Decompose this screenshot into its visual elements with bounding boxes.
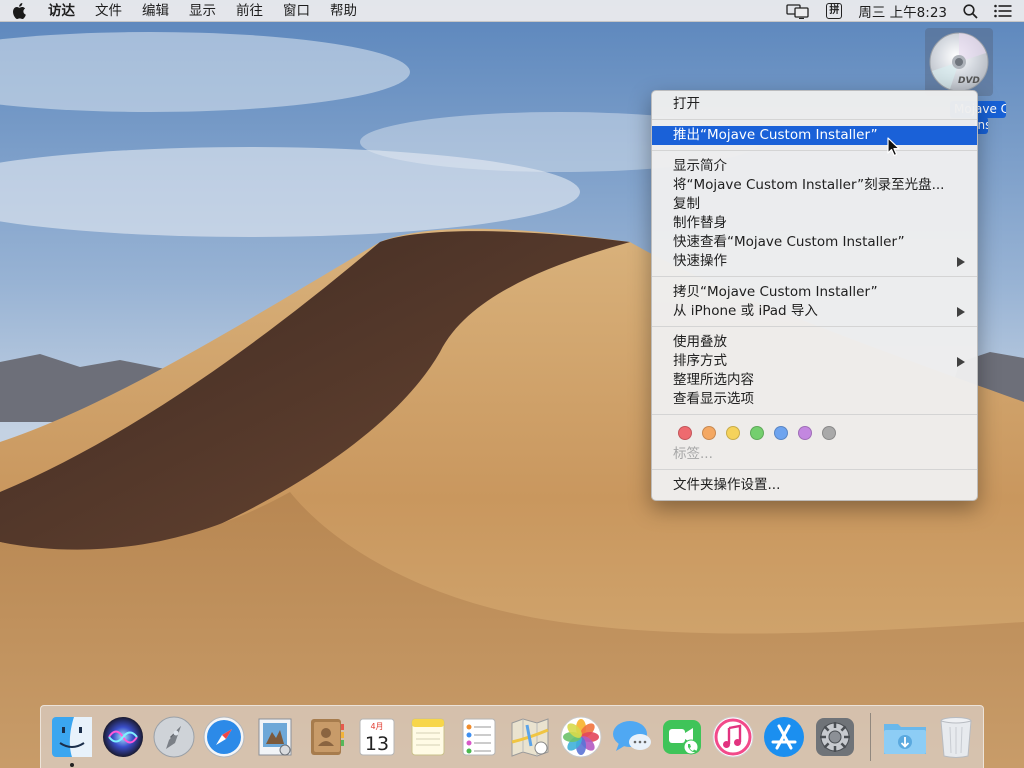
- submenu-arrow-icon: [957, 257, 965, 267]
- menu-item-sort-by[interactable]: 排序方式: [652, 352, 977, 371]
- submenu-arrow-icon: [957, 307, 965, 317]
- dock-trash-icon[interactable]: [932, 713, 980, 761]
- menu-file[interactable]: 文件: [85, 0, 132, 22]
- spotlight-search-icon[interactable]: [955, 0, 986, 22]
- dock-maps-icon[interactable]: [506, 713, 554, 761]
- status-area: 拼 周三 上午8:23: [778, 0, 1024, 22]
- menu-item-folder-actions[interactable]: 文件夹操作设置...: [652, 476, 977, 495]
- apple-menu-icon[interactable]: [0, 0, 38, 22]
- menu-item-quick-actions[interactable]: 快速操作: [652, 252, 977, 271]
- dock-photos-icon[interactable]: [557, 713, 605, 761]
- tag-gray[interactable]: [822, 426, 836, 440]
- menu-item-burn[interactable]: 将“Mojave Custom Installer”刻录至光盘...: [652, 176, 977, 195]
- input-method-icon[interactable]: 拼: [818, 0, 850, 22]
- dock-notes-icon[interactable]: [404, 713, 452, 761]
- dock-facetime-icon[interactable]: [659, 713, 707, 761]
- submenu-arrow-icon: [957, 357, 965, 367]
- dock-messages-icon[interactable]: [608, 713, 656, 761]
- dock-system-preferences-icon[interactable]: [811, 713, 859, 761]
- dock: 4月 13: [40, 705, 984, 768]
- menu-separator: [652, 469, 977, 470]
- tag-orange[interactable]: [702, 426, 716, 440]
- menu-item-get-info[interactable]: 显示简介: [652, 157, 977, 176]
- running-indicator: [70, 763, 74, 767]
- context-menu: 打开 推出“Mojave Custom Installer” 显示简介 将“Mo…: [651, 90, 978, 501]
- dock-preview-icon[interactable]: [252, 713, 300, 761]
- menu-item-sort-by-label: 排序方式: [673, 353, 727, 369]
- display-mirroring-icon[interactable]: [778, 0, 818, 22]
- menu-item-copy[interactable]: 拷贝“Mojave Custom Installer”: [652, 283, 977, 302]
- tag-color-row: [652, 421, 977, 445]
- menu-item-make-alias[interactable]: 制作替身: [652, 214, 977, 233]
- menu-item-tags[interactable]: 标签...: [652, 445, 977, 464]
- menu-window[interactable]: 窗口: [273, 0, 320, 22]
- input-method-label: 拼: [826, 3, 843, 19]
- menu-bar: 访达 文件 编辑 显示 前往 窗口 帮助 拼 周三 上午8:23: [0, 0, 1024, 22]
- mouse-pointer-icon: [887, 137, 900, 157]
- tag-yellow[interactable]: [726, 426, 740, 440]
- menu-item-use-stacks[interactable]: 使用叠放: [652, 333, 977, 352]
- calendar-day: 13: [365, 733, 389, 755]
- menu-item-quick-actions-label: 快速操作: [673, 253, 727, 269]
- dock-launchpad-icon[interactable]: [150, 713, 198, 761]
- menu-finder[interactable]: 访达: [38, 0, 85, 22]
- tag-red[interactable]: [678, 426, 692, 440]
- menu-separator: [652, 276, 977, 277]
- dock-separator: [870, 713, 872, 761]
- dvd-disc-icon[interactable]: DVD: [925, 28, 993, 96]
- dock-downloads-folder-icon[interactable]: [881, 713, 929, 761]
- dock-itunes-icon[interactable]: [710, 713, 758, 761]
- dock-safari-icon[interactable]: [201, 713, 249, 761]
- menu-edit[interactable]: 编辑: [132, 0, 179, 22]
- tag-green[interactable]: [750, 426, 764, 440]
- menu-view[interactable]: 显示: [179, 0, 226, 22]
- calendar-month: 4月: [371, 722, 384, 731]
- dock-reminders-icon[interactable]: [455, 713, 503, 761]
- clock[interactable]: 周三 上午8:23: [850, 0, 955, 22]
- menu-item-eject[interactable]: 推出“Mojave Custom Installer”: [652, 126, 977, 145]
- tag-purple[interactable]: [798, 426, 812, 440]
- menu-help[interactable]: 帮助: [320, 0, 367, 22]
- dock-app-store-icon[interactable]: [760, 713, 808, 761]
- menu-separator: [652, 119, 977, 120]
- menu-item-clean-up-selection[interactable]: 整理所选内容: [652, 371, 977, 390]
- dock-contacts-icon[interactable]: [302, 713, 350, 761]
- menu-go[interactable]: 前往: [226, 0, 273, 22]
- menu-item-import-iphone-label: 从 iPhone 或 iPad 导入: [673, 303, 818, 319]
- tag-blue[interactable]: [774, 426, 788, 440]
- dock-finder-icon[interactable]: [48, 713, 96, 767]
- notification-center-icon[interactable]: [986, 0, 1024, 22]
- menu-item-duplicate[interactable]: 复制: [652, 195, 977, 214]
- menu-separator: [652, 414, 977, 415]
- menu-item-import-iphone[interactable]: 从 iPhone 或 iPad 导入: [652, 302, 977, 321]
- menu-separator: [652, 150, 977, 151]
- dock-siri-icon[interactable]: [99, 713, 147, 761]
- menu-item-open[interactable]: 打开: [652, 95, 977, 114]
- menu-separator: [652, 326, 977, 327]
- dvd-badge-text: DVD: [958, 76, 980, 86]
- menu-item-show-view-options[interactable]: 查看显示选项: [652, 390, 977, 409]
- menu-item-quick-look[interactable]: 快速查看“Mojave Custom Installer”: [652, 233, 977, 252]
- dock-calendar-icon[interactable]: 4月 13: [353, 713, 401, 761]
